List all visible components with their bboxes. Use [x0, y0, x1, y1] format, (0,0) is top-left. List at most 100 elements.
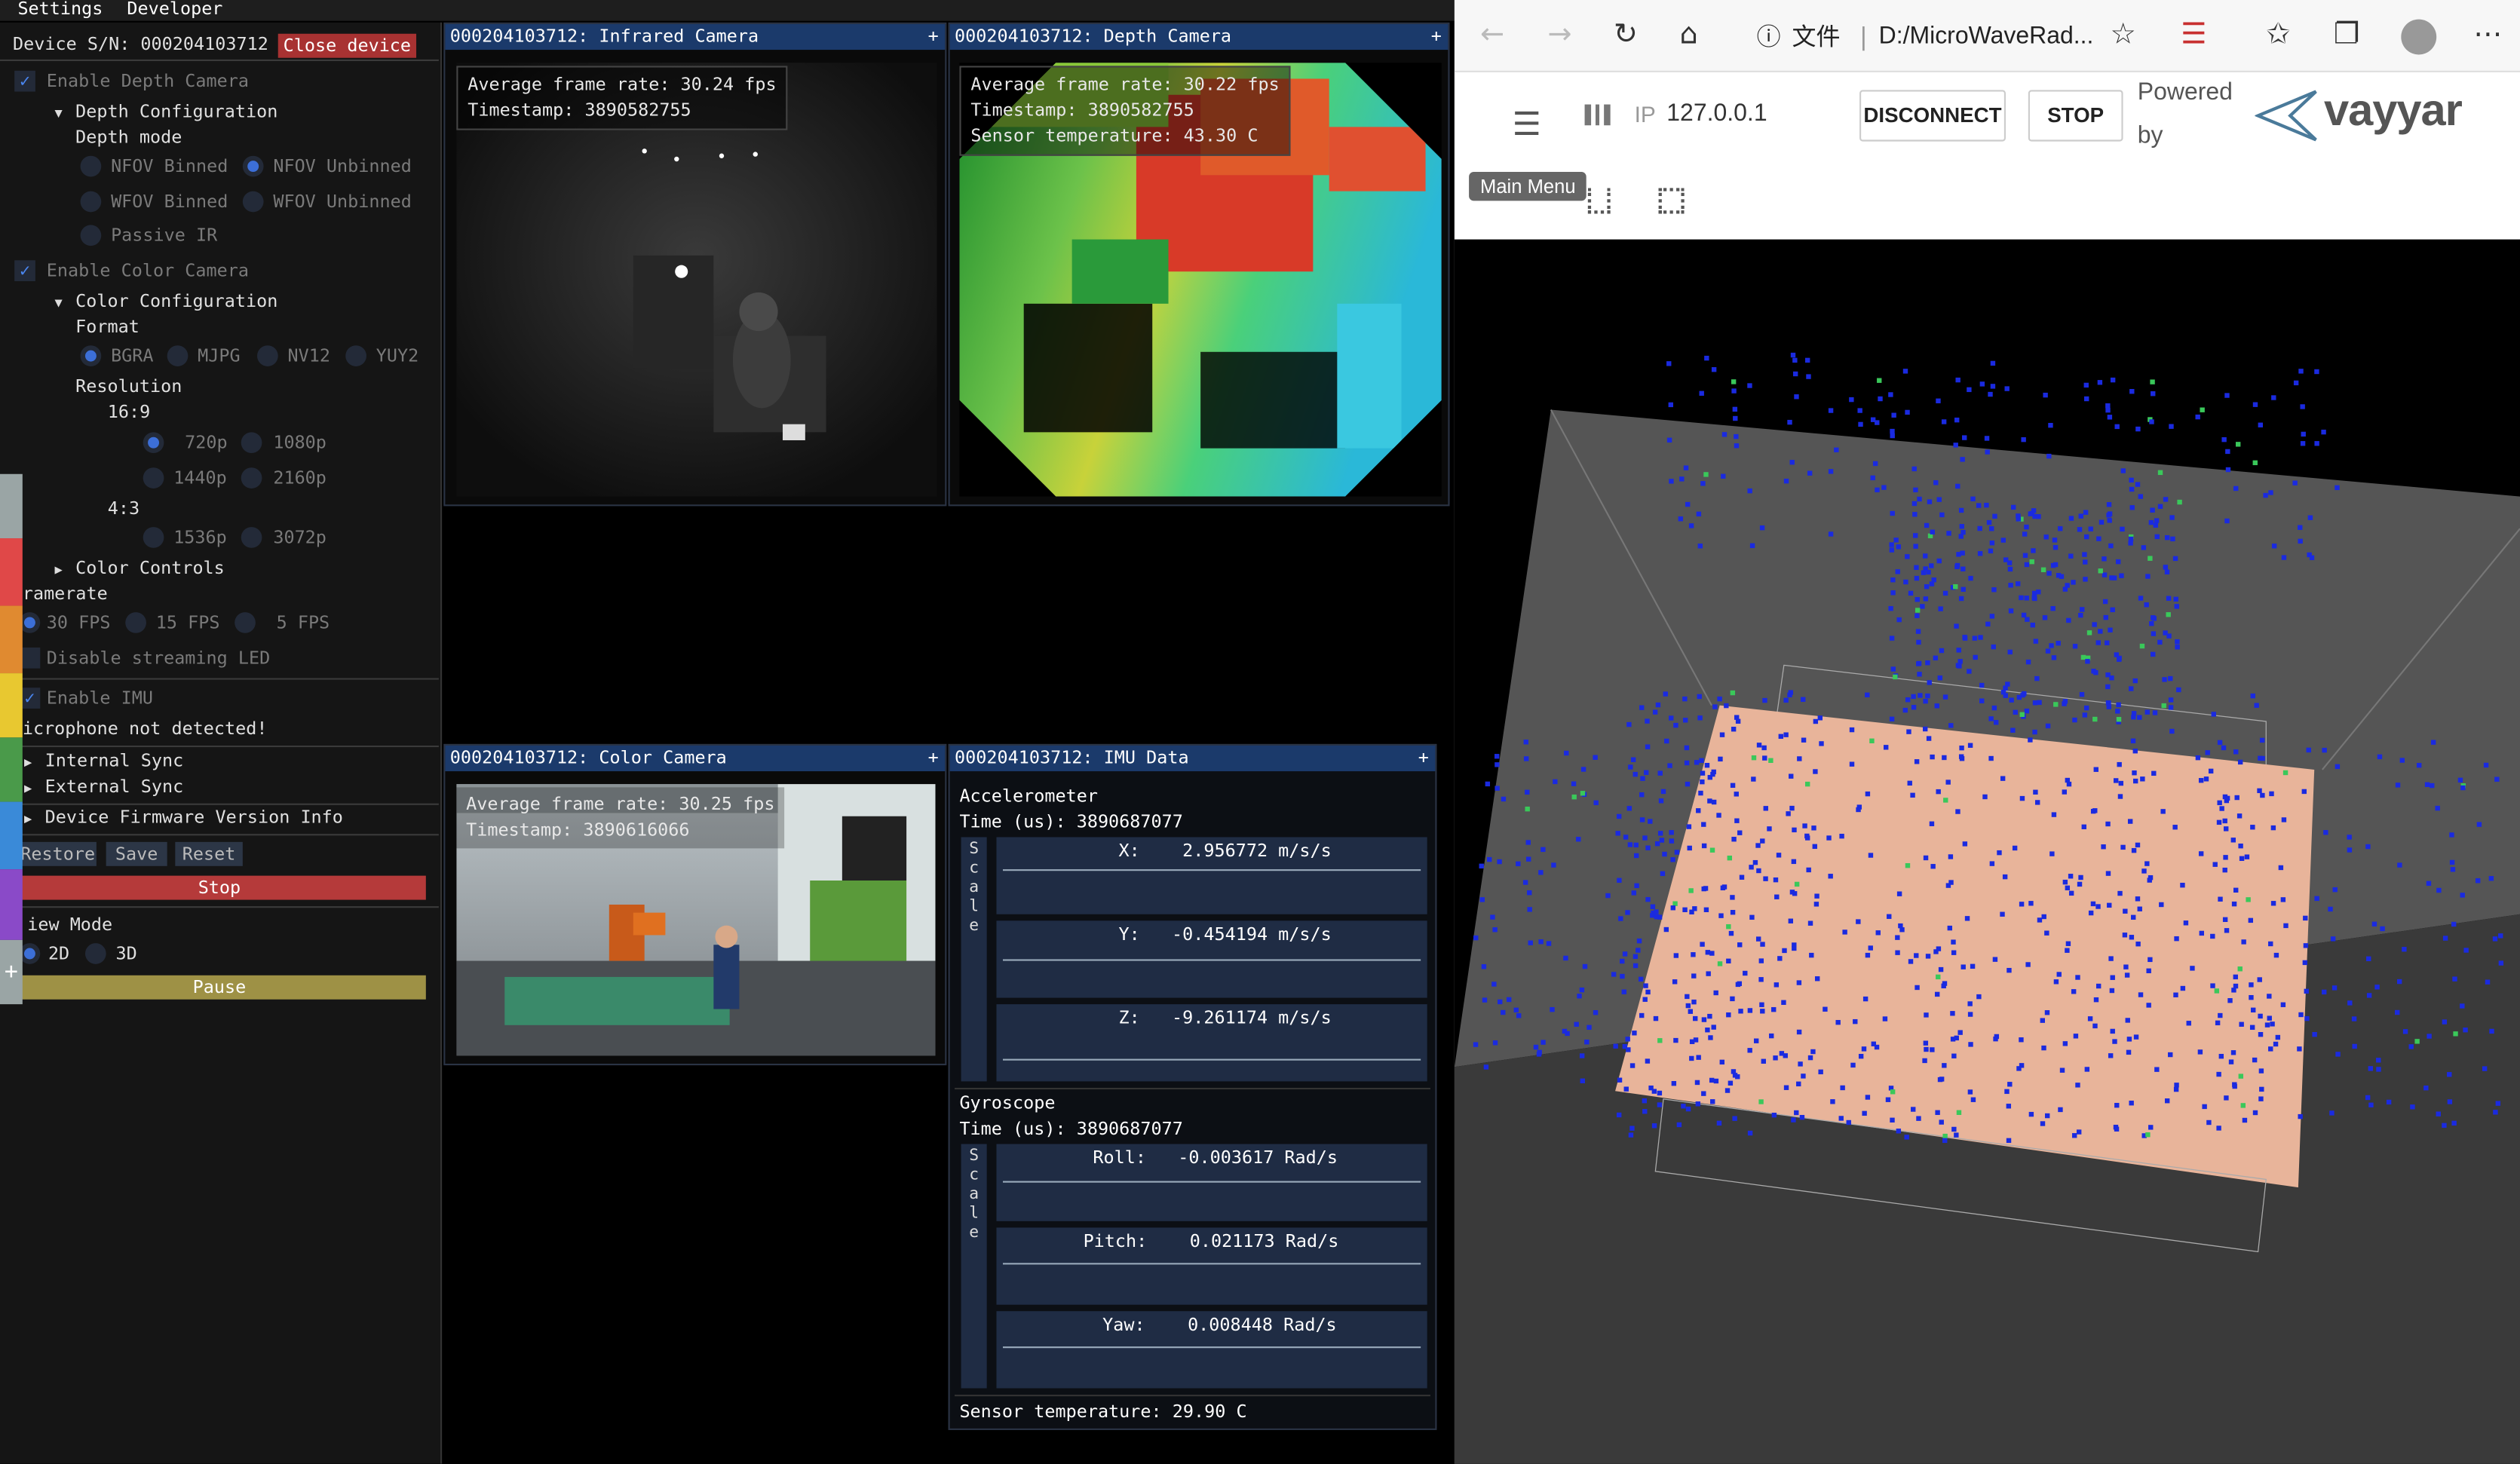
dock-item-red[interactable] [0, 538, 23, 606]
window-plus-icon[interactable]: + [1418, 746, 1429, 771]
point-cloud-dot [2298, 1012, 2304, 1018]
point-cloud-dot [1498, 999, 1503, 1005]
expand-triangle-icon[interactable]: ▼ [54, 296, 62, 310]
radio-1440p[interactable] [143, 467, 164, 489]
window-titlebar[interactable]: 000204103712: Color Camera + [445, 745, 946, 772]
radio-wfov-binned[interactable] [80, 191, 102, 213]
dock-item-orange[interactable] [0, 605, 23, 674]
point-cloud-dot [1771, 1006, 1777, 1012]
radio-5fps[interactable] [235, 612, 256, 633]
point-cloud-dot [1684, 745, 1690, 751]
more-icon[interactable]: ⋯ [2473, 17, 2502, 51]
enable-color-checkbox[interactable]: ✓ [14, 260, 35, 281]
point-cloud-viewport[interactable] [1454, 240, 2520, 1464]
color-controls-label[interactable]: Color Controls [75, 558, 225, 579]
radio-3072p[interactable] [241, 527, 262, 548]
dock-item-blue[interactable] [0, 801, 23, 870]
home-icon[interactable]: ⌂ [1679, 17, 1697, 51]
forward-arrow-icon[interactable]: → [1548, 17, 1572, 51]
enable-depth-checkbox[interactable]: ✓ [14, 70, 35, 92]
point-cloud-dot [2248, 917, 2254, 923]
hamburger-icon[interactable]: ☰ [1513, 105, 1541, 143]
radio-1080p[interactable] [241, 432, 262, 454]
info-icon[interactable]: ⓘ [1757, 13, 1781, 61]
color-config-label[interactable]: Color Configuration [75, 291, 277, 312]
collapsed-triangle-icon[interactable]: ▶ [54, 562, 62, 577]
menu-bar: Settings Developer [0, 0, 1455, 21]
radar-3d-scene[interactable] [1454, 239, 2520, 1464]
collapsed-triangle-icon[interactable]: ▶ [24, 811, 32, 825]
point-cloud-dot [1683, 718, 1688, 723]
radio-3d[interactable] [84, 943, 106, 964]
external-sync-label[interactable]: External Sync [45, 776, 184, 797]
radio-nfov-unbinned[interactable] [242, 155, 264, 177]
point-cloud-dot [1890, 666, 1896, 672]
point-cloud-dot [1930, 1047, 1935, 1052]
favorites-icon[interactable]: ✩ [2266, 17, 2290, 51]
radio-passive-ir[interactable] [80, 225, 102, 247]
collapsed-triangle-icon[interactable]: ▶ [24, 755, 32, 770]
profile-icon[interactable] [2401, 19, 2437, 55]
gyro-scale-slider[interactable]: Scale [961, 1144, 987, 1389]
pause-button[interactable]: Pause [13, 975, 426, 1000]
radio-yuy2[interactable] [345, 345, 366, 366]
depth-config-label[interactable]: Depth Configuration [75, 101, 277, 122]
point-cloud-dot [1645, 718, 1650, 724]
radio-15fps[interactable] [125, 612, 146, 633]
firmware-info-label[interactable]: Device Firmware Version Info [45, 807, 343, 828]
dock-item-gray[interactable] [0, 473, 23, 539]
stop-connection-button[interactable]: STOP [2028, 90, 2123, 142]
refresh-icon[interactable]: ↻ [1614, 17, 1638, 51]
collapsed-triangle-icon[interactable]: ▶ [24, 781, 32, 795]
radio-720p[interactable] [143, 432, 164, 454]
dock-add-icon[interactable]: + [0, 939, 23, 1005]
window-titlebar[interactable]: 000204103712: IMU Data + [949, 745, 1436, 772]
save-button[interactable]: Save [106, 841, 167, 866]
window-titlebar[interactable]: 000204103712: Infrared Camera + [445, 23, 946, 51]
back-arrow-icon[interactable]: ← [1480, 17, 1504, 51]
radio-wfov-unbinned[interactable] [242, 191, 264, 213]
extension-icon[interactable]: ☰ [2181, 17, 2206, 51]
disconnect-button[interactable]: DISCONNECT [1859, 90, 2006, 142]
point-cloud-dot [2034, 675, 2040, 681]
radio-2160p[interactable] [241, 467, 262, 489]
radio-bgra[interactable] [80, 345, 102, 366]
grid-icon[interactable] [1658, 188, 1685, 214]
expand-triangle-icon[interactable]: ▼ [54, 106, 62, 121]
stop-button[interactable]: Stop [13, 875, 426, 900]
reset-button[interactable]: Reset [175, 841, 243, 866]
point-cloud-dot [2488, 876, 2494, 881]
dock-item-purple[interactable] [0, 869, 23, 940]
gyroscope-time: Time (us): 3890687077 [959, 1118, 1183, 1140]
menu-developer[interactable]: Developer [127, 0, 222, 20]
point-cloud-dot [1789, 460, 1795, 465]
collections-icon[interactable]: ❐ [2334, 17, 2359, 51]
dock-item-yellow[interactable] [0, 673, 23, 738]
menu-settings[interactable]: Settings [17, 0, 103, 20]
accel-scale-slider[interactable]: Scale [961, 837, 987, 1082]
star-add-icon[interactable]: ☆ [2111, 17, 2136, 51]
internal-sync-label[interactable]: Internal Sync [45, 750, 184, 771]
point-cloud-dot [1694, 1080, 1700, 1086]
dock-item-green[interactable] [0, 737, 23, 802]
point-cloud-dot [2485, 979, 2491, 985]
radio-mjpg[interactable] [167, 345, 189, 366]
restore-button[interactable]: Restore [19, 841, 97, 866]
columns-icon[interactable] [1584, 104, 1611, 126]
point-cloud-dot [1889, 636, 1895, 641]
point-cloud-dot [1483, 1064, 1489, 1070]
radio-nfov-binned[interactable] [80, 155, 102, 177]
radio-1536p[interactable] [143, 527, 164, 548]
point-cloud-dot [2368, 1102, 2374, 1107]
window-titlebar[interactable]: 000204103712: Depth Camera + [949, 23, 1449, 51]
point-cloud-dot [1580, 791, 1586, 796]
address-bar[interactable]: ⓘ 文件 | D:/MicroWaveRad... [1744, 13, 2162, 61]
radio-nv12[interactable] [257, 345, 278, 366]
selection-icon[interactable] [1587, 188, 1611, 214]
window-plus-icon[interactable]: + [928, 746, 939, 771]
close-device-button[interactable]: Close device [277, 33, 417, 58]
window-plus-icon[interactable]: + [1431, 24, 1442, 50]
window-plus-icon[interactable]: + [928, 24, 939, 50]
point-cloud-dot [2033, 789, 2038, 795]
point-cloud-dot [2105, 684, 2111, 690]
